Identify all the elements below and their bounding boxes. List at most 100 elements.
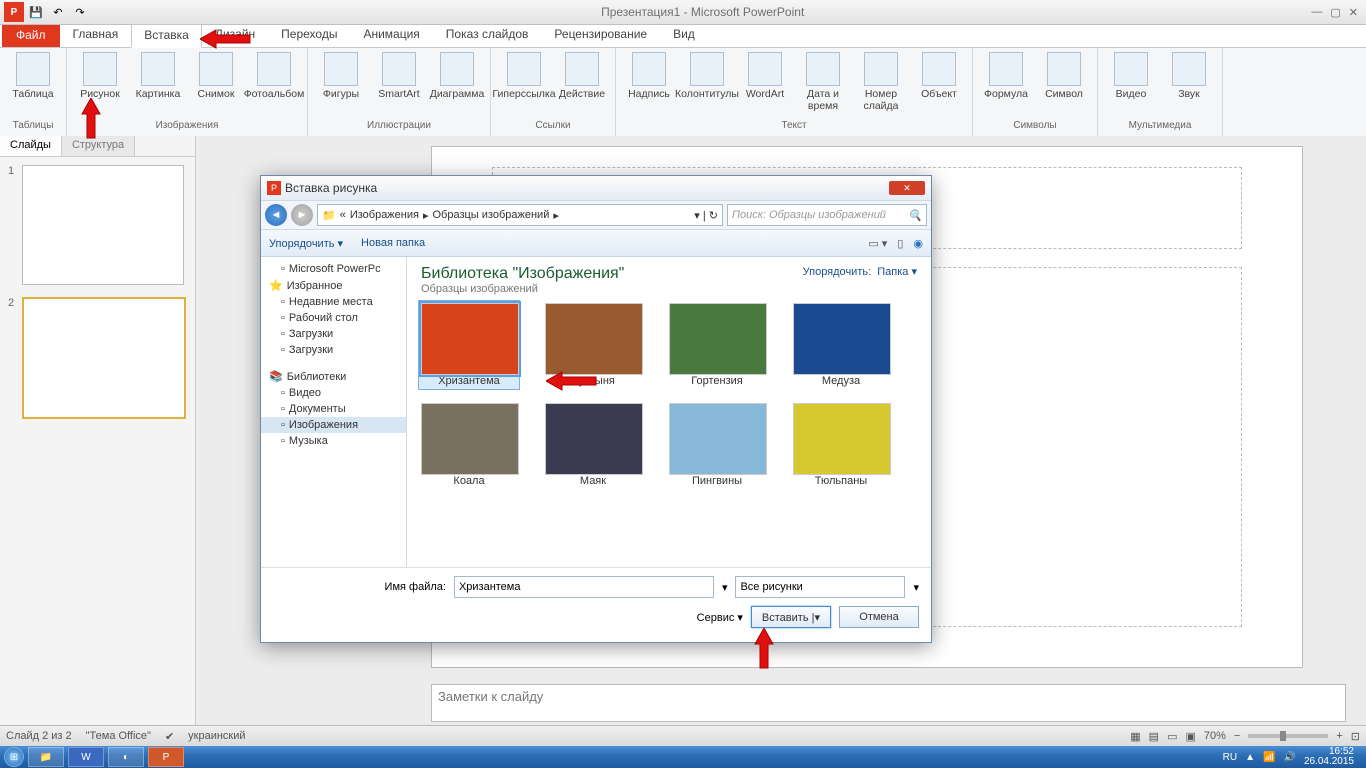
tray-date[interactable]: 26.04.2015: [1304, 757, 1354, 767]
nav-item[interactable]: ▫Рабочий стол: [261, 310, 406, 326]
file-item[interactable]: Гортензия: [669, 303, 765, 387]
view-reading-icon[interactable]: ▭: [1167, 730, 1177, 743]
save-icon[interactable]: 💾: [26, 2, 46, 22]
tab-insert[interactable]: Вставка: [131, 24, 202, 48]
ribbon-button[interactable]: Диаграмма: [430, 50, 484, 102]
ribbon-button[interactable]: Картинка: [131, 50, 185, 102]
maximize-icon[interactable]: ▢: [1330, 6, 1340, 19]
taskbar-powerpoint[interactable]: P: [148, 747, 184, 767]
ribbon-button[interactable]: SmartArt: [372, 50, 426, 102]
taskbar-chrome[interactable]: ◐: [108, 747, 144, 767]
zoom-in-icon[interactable]: +: [1336, 730, 1342, 742]
breadcrumb-bar[interactable]: 📁 « Изображения▸ Образцы изображений▸ ▾ …: [317, 204, 723, 226]
nav-item[interactable]: 📚Библиотеки: [261, 368, 406, 385]
ribbon-button[interactable]: Колонтитулы: [680, 50, 734, 102]
file-item[interactable]: Маяк: [545, 403, 641, 487]
ribbon-button[interactable]: Действие: [555, 50, 609, 102]
fit-icon[interactable]: ⊡: [1351, 730, 1360, 743]
tab-animation[interactable]: Анимация: [350, 23, 432, 47]
filetype-filter[interactable]: [735, 576, 905, 598]
tray-network-icon[interactable]: 📶: [1263, 752, 1275, 763]
new-folder-button[interactable]: Новая папка: [361, 237, 425, 249]
ribbon-button[interactable]: Формула: [979, 50, 1033, 102]
tray-sound-icon[interactable]: 🔊: [1283, 752, 1295, 763]
zoom-out-icon[interactable]: −: [1234, 730, 1240, 742]
cancel-button[interactable]: Отмена: [839, 606, 919, 628]
nav-item[interactable]: ▫Видео: [261, 385, 406, 401]
nav-item[interactable]: ▫Документы: [261, 401, 406, 417]
nav-item[interactable]: ▫Недавние места: [261, 294, 406, 310]
tab-design[interactable]: Дизайн: [202, 23, 268, 47]
tray-lang[interactable]: RU: [1223, 752, 1237, 763]
nav-item[interactable]: ⭐Избранное: [261, 277, 406, 294]
ribbon-button[interactable]: Дата и время: [796, 50, 850, 114]
ribbon-icon: [1114, 52, 1148, 86]
file-tab[interactable]: Файл: [2, 25, 60, 47]
ribbon-button[interactable]: Фигуры: [314, 50, 368, 102]
nav-forward-button[interactable]: ►: [291, 204, 313, 226]
zoom-slider[interactable]: [1248, 734, 1328, 738]
spellcheck-icon[interactable]: ✔: [165, 730, 174, 743]
tab-review[interactable]: Рецензирование: [541, 23, 660, 47]
help-icon[interactable]: ◉: [913, 237, 923, 250]
file-item[interactable]: Пингвины: [669, 403, 765, 487]
ribbon-button[interactable]: Звук: [1162, 50, 1216, 102]
language-indicator[interactable]: украинский: [188, 730, 245, 742]
dialog-close-button[interactable]: ✕: [889, 181, 925, 195]
tools-button[interactable]: Сервис ▾: [697, 611, 743, 624]
ribbon-button[interactable]: Снимок: [189, 50, 243, 102]
nav-item[interactable]: ▫Загрузки: [261, 342, 406, 358]
view-mode-button[interactable]: ▭ ▾: [868, 237, 887, 250]
file-item[interactable]: Тюльпаны: [793, 403, 889, 487]
ribbon-button[interactable]: Фотоальбом: [247, 50, 301, 102]
close-icon[interactable]: ✕: [1349, 6, 1358, 19]
insert-button[interactable]: Вставить |▾: [751, 606, 831, 628]
ribbon-button[interactable]: Гиперссылка: [497, 50, 551, 102]
taskbar-explorer[interactable]: 📁: [28, 747, 64, 767]
ribbon-button[interactable]: WordArt: [738, 50, 792, 102]
ribbon-button[interactable]: Рисунок: [73, 50, 127, 102]
slides-tab[interactable]: Слайды: [0, 136, 62, 156]
ribbon-button[interactable]: Таблица: [6, 50, 60, 102]
crumb-2[interactable]: Образцы изображений: [433, 209, 550, 221]
file-item[interactable]: Медуза: [793, 303, 889, 387]
file-item[interactable]: Коала: [421, 403, 517, 487]
start-button[interactable]: ⊞: [4, 747, 24, 767]
nav-item[interactable]: ▫Загрузки: [261, 326, 406, 342]
minimize-icon[interactable]: —: [1311, 6, 1322, 19]
nav-back-button[interactable]: ◄: [265, 204, 287, 226]
dialog-titlebar[interactable]: P Вставка рисунка ✕: [261, 176, 931, 200]
tray-flag-icon[interactable]: ▲: [1245, 752, 1255, 763]
zoom-level[interactable]: 70%: [1204, 730, 1226, 742]
tab-home[interactable]: Главная: [60, 23, 132, 47]
tab-view[interactable]: Вид: [660, 23, 708, 47]
redo-icon[interactable]: ↷: [70, 2, 90, 22]
nav-item[interactable]: ▫Изображения: [261, 417, 406, 433]
slide-thumb-1[interactable]: 1: [8, 165, 187, 285]
nav-item[interactable]: ▫Музыка: [261, 433, 406, 449]
ribbon-button[interactable]: Символ: [1037, 50, 1091, 102]
tab-slideshow[interactable]: Показ слайдов: [433, 23, 542, 47]
filename-input[interactable]: [454, 576, 714, 598]
view-slideshow-icon[interactable]: ▣: [1185, 730, 1195, 743]
crumb-1[interactable]: Изображения: [350, 209, 419, 221]
view-normal-icon[interactable]: ▦: [1130, 730, 1140, 743]
view-sorter-icon[interactable]: ▤: [1149, 730, 1159, 743]
search-box[interactable]: Поиск: Образцы изображений 🔍: [727, 204, 927, 226]
taskbar-word[interactable]: W: [68, 747, 104, 767]
sort-by[interactable]: Упорядочить: Папка ▾: [803, 265, 917, 278]
notes-pane[interactable]: Заметки к слайду: [431, 684, 1346, 722]
undo-icon[interactable]: ↶: [48, 2, 68, 22]
nav-item[interactable]: ▫Microsoft PowerPc: [261, 261, 406, 277]
ribbon-button[interactable]: Видео: [1104, 50, 1158, 102]
organize-button[interactable]: Упорядочить ▾: [269, 237, 343, 250]
preview-pane-button[interactable]: ▯: [897, 237, 903, 250]
ribbon-button[interactable]: Надпись: [622, 50, 676, 102]
outline-tab[interactable]: Структура: [62, 136, 135, 156]
file-item[interactable]: Хризантема: [418, 300, 520, 390]
slide-thumb-2[interactable]: 2: [8, 297, 187, 419]
ribbon-button[interactable]: Номер слайда: [854, 50, 908, 114]
tab-transitions[interactable]: Переходы: [268, 23, 350, 47]
file-item[interactable]: Пустыня: [545, 303, 641, 387]
ribbon-button[interactable]: Объект: [912, 50, 966, 102]
